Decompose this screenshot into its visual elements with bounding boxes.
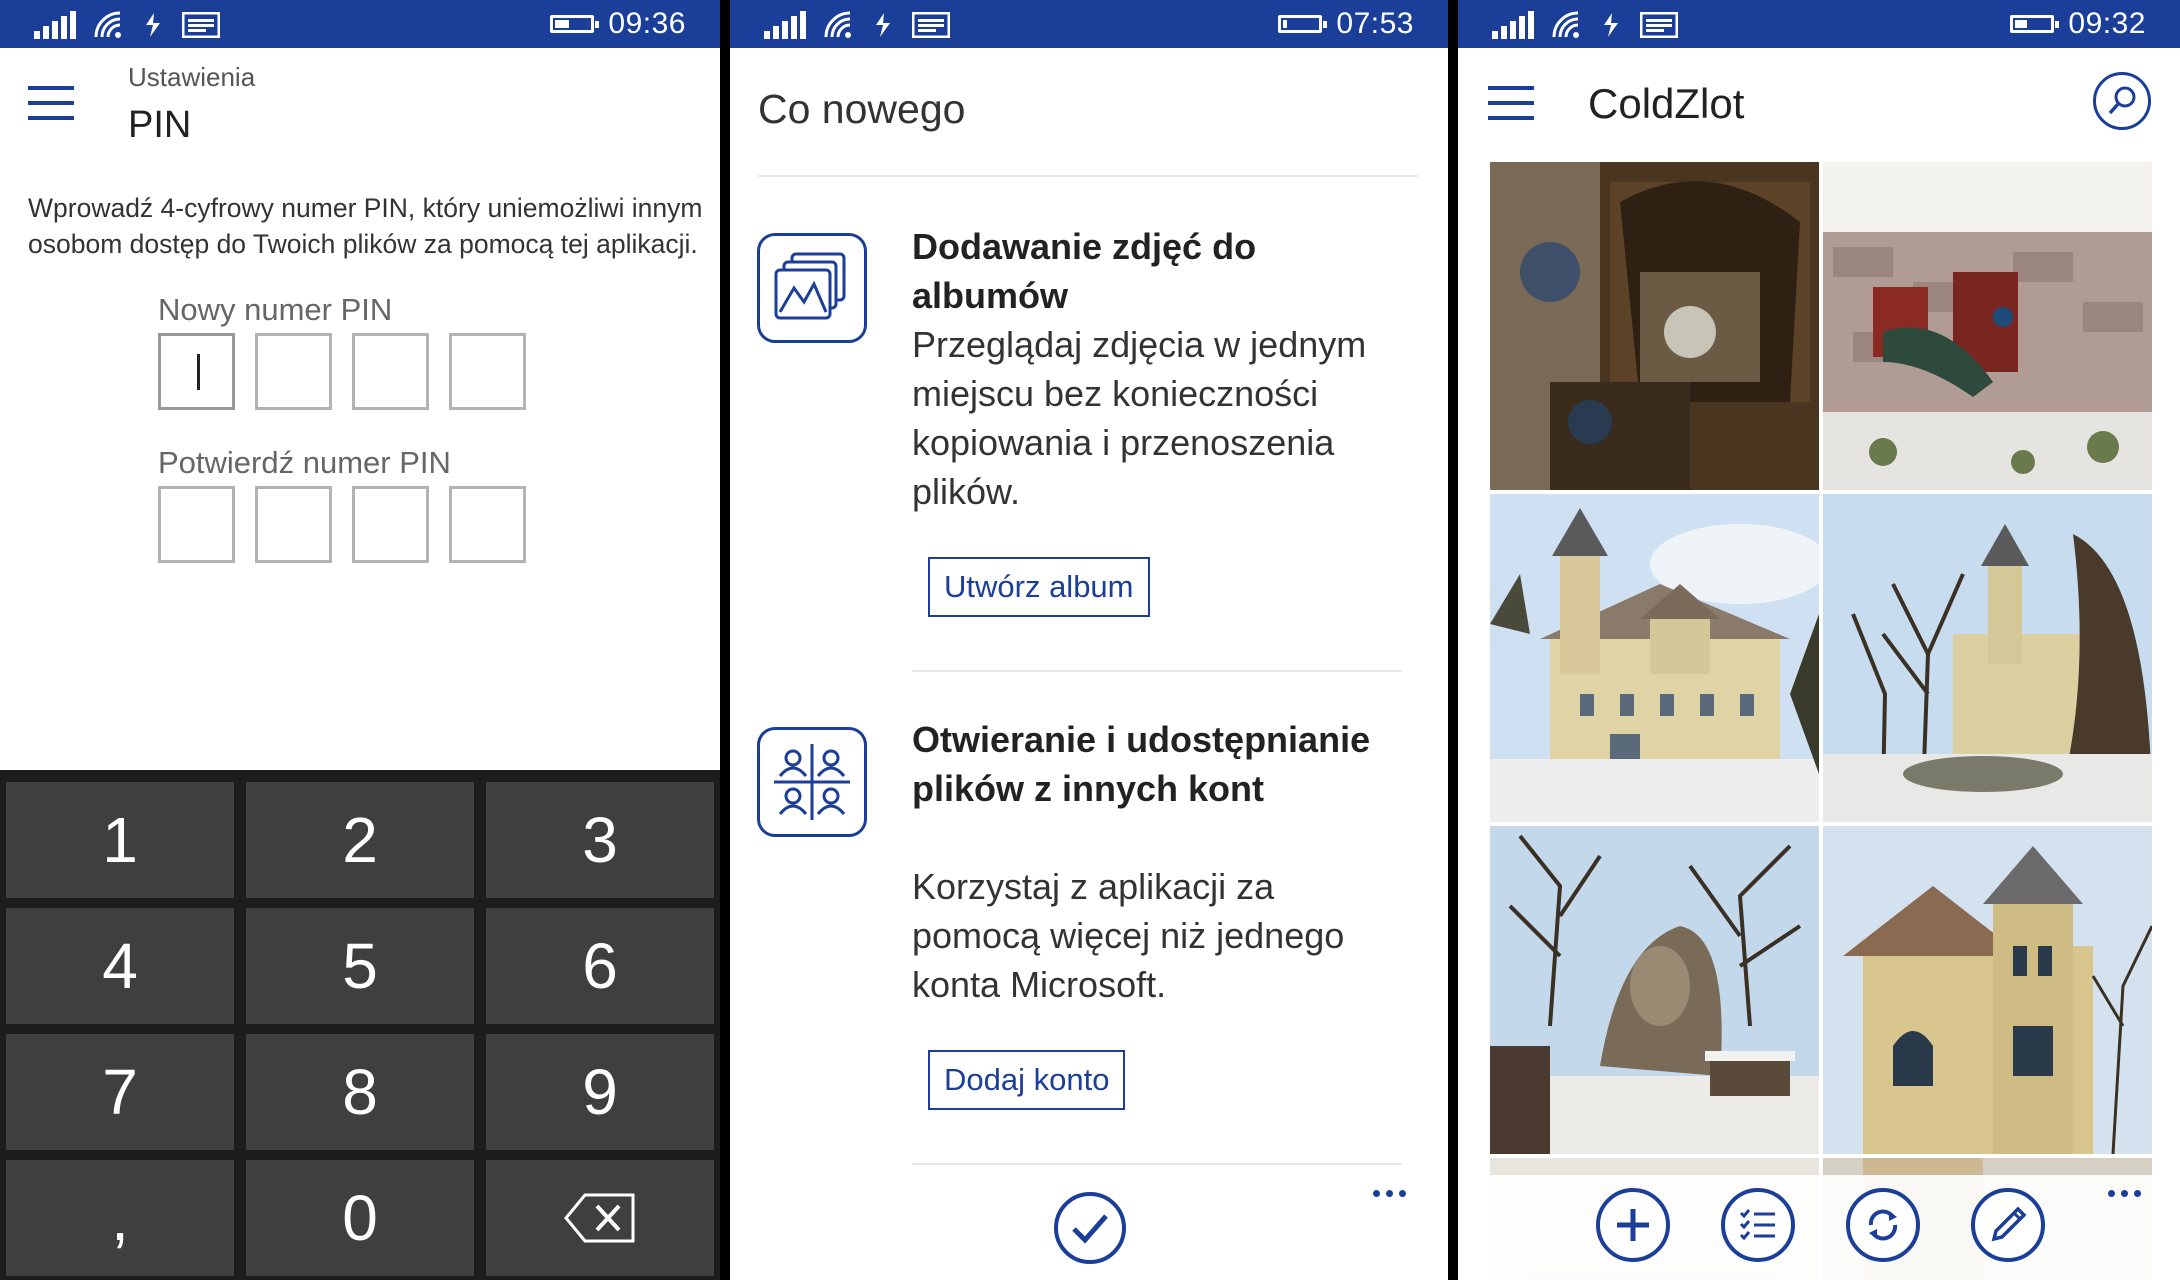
add-account-button[interactable]: Dodaj konto (928, 1050, 1126, 1110)
status-time: 07:53 (1336, 7, 1414, 40)
wifi-icon (824, 11, 851, 38)
feature-description-albums: Przeglądaj zdjęcia w jednym miejscu bez … (912, 324, 1367, 512)
photo-castle-trees[interactable] (1823, 494, 2152, 822)
battery-icon (2010, 15, 2060, 33)
page-subtitle: Ustawienia (128, 62, 256, 92)
backspace-icon (564, 1193, 635, 1243)
signal-icon (34, 11, 76, 39)
key-comma[interactable]: , (6, 1160, 234, 1276)
data-sync-icon (876, 13, 890, 37)
create-album-button[interactable]: Utwórz album (928, 557, 1150, 617)
signal-icon (764, 11, 806, 39)
album-photos-icon (757, 233, 867, 343)
new-pin-digit-3[interactable] (352, 333, 429, 410)
status-time: 09:32 (2068, 7, 2146, 40)
key-2[interactable]: 2 (246, 782, 474, 898)
photo-rock-garden-snow[interactable] (1490, 826, 1819, 1154)
app-bar (1458, 1175, 2180, 1280)
page-title: PIN (128, 104, 192, 146)
message-icon (182, 12, 220, 38)
key-5[interactable]: 5 (246, 908, 474, 1024)
battery-icon (1278, 15, 1328, 33)
photo-restaurant-interior[interactable] (1490, 162, 1819, 490)
edit-icon[interactable] (1971, 1188, 2045, 1262)
status-bar: 09:36 (0, 0, 720, 48)
pin-description: Wprowadź 4-cyfrowy numer PIN, który unie… (28, 193, 703, 259)
search-icon[interactable] (2093, 72, 2151, 130)
new-pin-fields (158, 333, 526, 410)
key-4[interactable]: 4 (6, 908, 234, 1024)
message-icon (1640, 12, 1678, 38)
new-pin-digit-1[interactable] (158, 333, 235, 410)
photo-peacock-wall[interactable] (1823, 162, 2152, 490)
divider (912, 1163, 1402, 1165)
data-sync-icon (146, 13, 160, 37)
album-screen: 09:32 ColdZlot (1458, 0, 2180, 1280)
confirm-pin-digit-2[interactable] (255, 486, 332, 563)
confirm-pin-fields (158, 486, 526, 563)
wifi-icon (94, 11, 121, 38)
whats-new-screen: 07:53 Co nowego Dodawanie zdjęć do album… (730, 0, 1448, 1280)
divider (758, 175, 1418, 177)
hamburger-menu-icon[interactable] (1488, 86, 1534, 122)
pin-settings-screen: 09:36 Ustawienia PIN Wprowadź 4-cyfrowy … (0, 0, 720, 1280)
key-1[interactable]: 1 (6, 782, 234, 898)
message-icon (912, 12, 950, 38)
more-options-icon[interactable] (2108, 1190, 2141, 1197)
feature-description-accounts: Korzystaj z aplikacji za pomocą więcej n… (912, 866, 1345, 1005)
new-pin-label: Nowy numer PIN (158, 292, 393, 327)
key-backspace[interactable] (486, 1160, 714, 1276)
photo-castle-front[interactable] (1490, 494, 1819, 822)
new-pin-digit-4[interactable] (449, 333, 526, 410)
signal-icon (1492, 11, 1534, 39)
feature-title-albums: Dodawanie zdjęć do albumów (912, 226, 1257, 316)
divider (912, 670, 1402, 672)
confirm-pin-label: Potwierdź numer PIN (158, 445, 451, 480)
key-6[interactable]: 6 (486, 908, 714, 1024)
more-options-icon[interactable] (1373, 1190, 1406, 1197)
confirm-pin-digit-1[interactable] (158, 486, 235, 563)
new-pin-digit-2[interactable] (255, 333, 332, 410)
battery-icon (550, 15, 600, 33)
multiple-accounts-icon (757, 727, 867, 837)
wifi-icon (1552, 11, 1579, 38)
key-8[interactable]: 8 (246, 1034, 474, 1150)
data-sync-icon (1604, 13, 1618, 37)
page-title: Co nowego (758, 86, 966, 132)
album-title: ColdZlot (1588, 80, 1745, 127)
select-icon[interactable] (1721, 1188, 1795, 1262)
key-3[interactable]: 3 (486, 782, 714, 898)
confirm-pin-digit-3[interactable] (352, 486, 429, 563)
confirm-pin-digit-4[interactable] (449, 486, 526, 563)
status-bar: 07:53 (730, 0, 1448, 48)
hamburger-menu-icon[interactable] (28, 86, 74, 122)
status-time: 09:36 (608, 7, 686, 40)
photo-castle-tower[interactable] (1823, 826, 2152, 1154)
key-9[interactable]: 9 (486, 1034, 714, 1150)
add-icon[interactable] (1596, 1188, 1670, 1262)
feature-title-accounts: Otwieranie i udostępnianie plików z inny… (912, 719, 1371, 809)
status-bar: 09:32 (1458, 0, 2180, 48)
key-0[interactable]: 0 (246, 1160, 474, 1276)
sync-icon[interactable] (1846, 1188, 1920, 1262)
checkmark-icon[interactable] (1054, 1192, 1126, 1264)
key-7[interactable]: 7 (6, 1034, 234, 1150)
numeric-keypad: 1 2 3 4 5 6 7 8 9 , 0 (0, 770, 720, 1280)
